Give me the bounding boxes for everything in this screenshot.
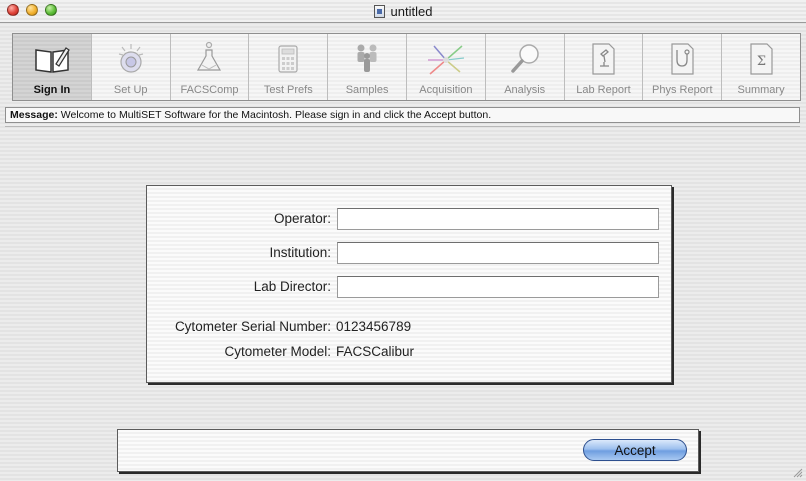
tool-label: Set Up (113, 84, 148, 96)
cytometer-model-label: Cytometer Model: (224, 344, 331, 359)
tool-label: Summary (737, 84, 785, 96)
message-bar: Message: Welcome to MultiSET Software fo… (5, 107, 800, 123)
message-prefix: Message: (10, 109, 58, 121)
sign-in-panel: Operator: Institution: Lab Director: Cyt… (146, 185, 672, 383)
book-icon (35, 47, 70, 73)
lab-director-label: Lab Director: (253, 279, 331, 294)
magnifier-icon (510, 44, 539, 73)
institution-input[interactable] (337, 242, 659, 264)
workflow-toolbar: Sign In Set Up FACSComp Test Prefs Sampl… (12, 33, 801, 101)
people-icon (357, 44, 377, 72)
accept-button[interactable]: Accept (583, 439, 687, 461)
title-bar[interactable]: untitled (0, 0, 806, 23)
message-text: Welcome to MultiSET Software for the Mac… (60, 109, 492, 121)
sigma-doc-icon: Σ (750, 43, 773, 75)
tool-summary[interactable]: Σ Summary (722, 34, 800, 100)
window-title-text: untitled (390, 3, 433, 19)
app-window: untitled Sign In Set Up FACSComp Test Pr… (0, 0, 806, 481)
calculator-icon (278, 45, 298, 73)
tool-label: Analysis (504, 84, 546, 96)
tool-acquisition[interactable]: Acquisition (407, 34, 486, 100)
operator-input[interactable] (337, 208, 659, 230)
window-title: untitled (0, 0, 806, 22)
flask-icon (197, 41, 222, 71)
tool-label: Phys Report (652, 84, 713, 96)
stethoscope-doc-icon (671, 43, 694, 75)
tool-test-prefs[interactable]: Test Prefs (249, 34, 329, 100)
tool-label: Lab Report (576, 84, 631, 96)
tool-set-up[interactable]: Set Up (92, 34, 171, 100)
document-icon (373, 4, 385, 18)
microscope-doc-icon (592, 43, 616, 75)
tool-label: Samples (345, 84, 389, 96)
laser-icon (427, 45, 464, 75)
lab-director-input[interactable] (337, 276, 659, 298)
serial-number-value: 0123456789 (336, 319, 412, 334)
tool-facscomp[interactable]: FACSComp (171, 34, 250, 100)
tool-label: Sign In (33, 84, 71, 96)
tool-label: FACSComp (180, 84, 239, 96)
tool-phys-report[interactable]: Phys Report (643, 34, 723, 100)
action-bar: Accept (117, 429, 699, 472)
beads-icon (118, 44, 143, 73)
tool-lab-report[interactable]: Lab Report (565, 34, 644, 100)
serial-number-label: Cytometer Serial Number: (174, 319, 331, 334)
serial-number-row: Cytometer Serial Number: 0123456789 (147, 319, 671, 337)
cytometer-model-value: FACSCalibur (336, 344, 415, 359)
tool-sign-in[interactable]: Sign In (13, 34, 92, 100)
tool-analysis[interactable]: Analysis (486, 34, 565, 100)
tool-label: Test Prefs (263, 84, 313, 96)
tool-samples[interactable]: Samples (328, 34, 407, 100)
institution-row: Institution: (147, 242, 671, 264)
tool-label: Acquisition (419, 84, 473, 96)
operator-row: Operator: (147, 208, 671, 230)
svg-text:Σ: Σ (757, 54, 766, 69)
resize-grip-icon[interactable] (791, 466, 803, 478)
lab-director-row: Lab Director: (147, 276, 671, 298)
operator-label: Operator: (273, 211, 331, 226)
institution-label: Institution: (269, 245, 331, 260)
cytometer-model-row: Cytometer Model: FACSCalibur (147, 344, 671, 362)
